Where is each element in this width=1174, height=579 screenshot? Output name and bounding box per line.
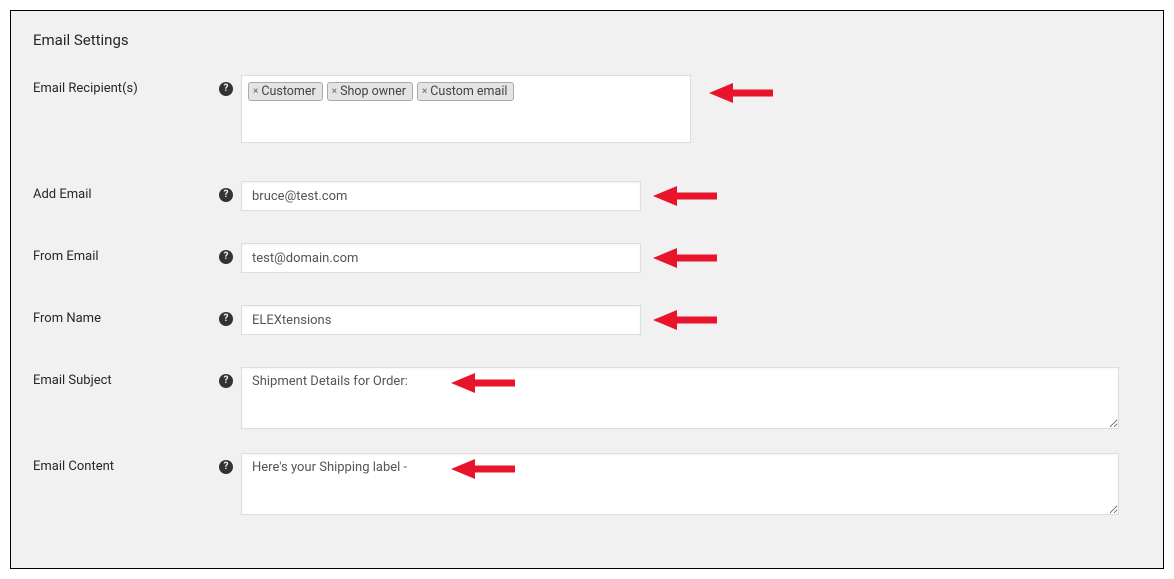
- label-subject: Email Subject ?: [33, 367, 241, 388]
- add-email-input[interactable]: [241, 181, 641, 211]
- remove-tag-icon[interactable]: ×: [253, 86, 258, 97]
- label-text: From Name: [33, 311, 101, 326]
- label-text: Email Subject: [33, 373, 112, 388]
- help-icon[interactable]: ?: [219, 374, 233, 388]
- label-text: Add Email: [33, 187, 92, 202]
- label-content: Email Content ?: [33, 453, 241, 474]
- annotation-arrow-icon: [709, 81, 773, 105]
- field-row-subject: Email Subject ?: [33, 367, 1147, 433]
- recipient-tag[interactable]: × Customer: [248, 82, 323, 101]
- from-name-input[interactable]: [241, 305, 641, 335]
- field-row-recipients: Email Recipient(s) ? × Customer × Shop o…: [33, 75, 1147, 143]
- label-text: Email Content: [33, 459, 114, 474]
- recipients-tagbox[interactable]: × Customer × Shop owner × Custom email: [241, 75, 691, 143]
- subject-input[interactable]: [241, 367, 1119, 429]
- subject-field: [241, 367, 1119, 433]
- label-recipients: Email Recipient(s) ?: [33, 75, 241, 96]
- field-row-add-email: Add Email ?: [33, 181, 1147, 211]
- help-icon[interactable]: ?: [219, 188, 233, 202]
- content-input[interactable]: [241, 453, 1119, 515]
- from-email-input[interactable]: [241, 243, 641, 273]
- section-title: Email Settings: [33, 31, 1147, 49]
- recipients-field: × Customer × Shop owner × Custom email: [241, 75, 691, 143]
- tag-label: Customer: [261, 84, 315, 99]
- annotation-arrow-icon: [653, 246, 717, 270]
- label-text: From Email: [33, 249, 99, 264]
- recipient-tag[interactable]: × Shop owner: [327, 82, 413, 101]
- annotation-arrow-icon: [653, 308, 717, 332]
- from-name-field: [241, 305, 641, 335]
- label-from-email: From Email ?: [33, 243, 241, 264]
- label-text: Email Recipient(s): [33, 81, 138, 96]
- remove-tag-icon[interactable]: ×: [422, 86, 427, 97]
- tag-label: Shop owner: [340, 84, 406, 99]
- field-row-from-name: From Name ?: [33, 305, 1147, 335]
- remove-tag-icon[interactable]: ×: [332, 86, 337, 97]
- content-field: [241, 453, 1119, 519]
- add-email-field: [241, 181, 641, 211]
- from-email-field: [241, 243, 641, 273]
- email-settings-panel: Email Settings Email Recipient(s) ? × Cu…: [10, 10, 1164, 569]
- annotation-arrow-icon: [653, 184, 717, 208]
- help-icon[interactable]: ?: [219, 250, 233, 264]
- field-row-content: Email Content ?: [33, 453, 1147, 519]
- help-icon[interactable]: ?: [219, 82, 233, 96]
- help-icon[interactable]: ?: [219, 460, 233, 474]
- label-add-email: Add Email ?: [33, 181, 241, 202]
- tag-label: Custom email: [430, 84, 507, 99]
- label-from-name: From Name ?: [33, 305, 241, 326]
- help-icon[interactable]: ?: [219, 312, 233, 326]
- field-row-from-email: From Email ?: [33, 243, 1147, 273]
- recipient-tag[interactable]: × Custom email: [417, 82, 514, 101]
